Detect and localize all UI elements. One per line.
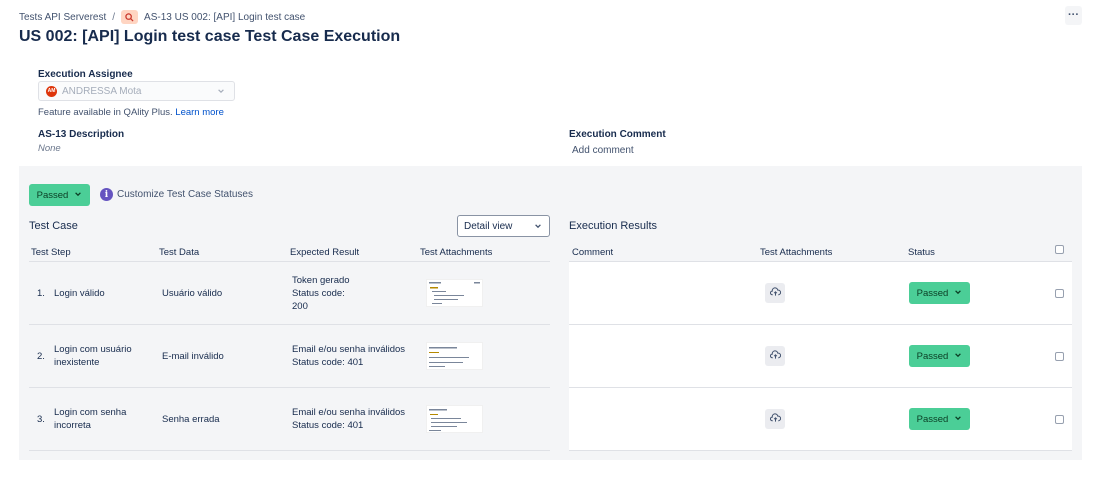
test-data-cell: Senha errada (162, 414, 220, 425)
attachment-thumbnail[interactable] (426, 342, 483, 370)
cloud-upload-icon (769, 286, 781, 300)
step-number: 3. (37, 414, 45, 425)
row-divider (569, 450, 1072, 451)
row-status-label: Passed (916, 350, 949, 362)
expected-line: Email e/ou senha inválidos (292, 407, 406, 418)
table-row: Passed (569, 262, 1072, 324)
feature-note: Feature available in QAlity Plus. Learn … (38, 107, 224, 118)
view-mode-value: Detail view (464, 220, 513, 232)
test-step-line: inexistente (54, 357, 100, 368)
test-step-cell: Login com senha incorreta (54, 406, 126, 432)
test-data-cell: Usuário válido (162, 288, 223, 299)
chevron-down-icon (954, 414, 962, 425)
row-divider (29, 450, 550, 451)
expected-result-cell: Email e/ou senha inválidos Status code: … (292, 406, 405, 432)
description-label: AS-13 Description (38, 129, 125, 140)
add-comment-field[interactable]: Add comment (572, 145, 634, 156)
row-checkbox[interactable] (1055, 415, 1064, 424)
test-step-cell: Login com usuário inexistente (54, 343, 132, 369)
expected-line: Status code: (292, 288, 345, 299)
header-expected-result: Expected Result (290, 247, 360, 258)
info-icon: i (100, 188, 113, 201)
test-case-table: 1. Login válido Usuário válido Token ger… (29, 261, 550, 451)
header-result-attachments: Test Attachments (760, 247, 833, 258)
avatar: AM (46, 85, 57, 97)
chevron-down-icon (954, 351, 962, 362)
test-case-title: Test Case (29, 220, 78, 232)
breadcrumb-issue-link[interactable]: AS-13 US 002: [API] Login test case (144, 12, 305, 23)
header-status: Status (908, 247, 935, 258)
breadcrumb-separator: / (112, 11, 116, 23)
step-number: 1. (37, 288, 45, 299)
expected-line: Email e/ou senha inválidos (292, 344, 406, 355)
search-icon (121, 10, 139, 24)
step-number: 2. (37, 351, 45, 362)
chevron-down-icon (954, 288, 962, 299)
table-row: 2. Login com usuário inexistente E-mail … (29, 325, 550, 387)
chevron-down-icon (534, 222, 542, 233)
test-step-line: incorreta (54, 420, 91, 431)
test-step-cell: Login válido (54, 287, 105, 300)
table-row: 3. Login com senha incorreta Senha errad… (29, 388, 550, 450)
expected-result-cell: Token gerado Status code: 200 (292, 274, 350, 313)
row-status-dropdown[interactable]: Passed (909, 282, 970, 304)
chevron-down-icon (217, 87, 225, 98)
header-test-data: Test Data (159, 247, 200, 258)
row-checkbox[interactable] (1055, 289, 1064, 298)
execution-results-table: Passed Passed Passed (569, 261, 1072, 451)
test-step-line: Login com usuário (54, 344, 132, 355)
feature-note-text: Feature available in QAlity Plus. (38, 107, 173, 118)
select-all-checkbox[interactable] (1055, 245, 1064, 254)
customize-statuses-link[interactable]: Customize Test Case Statuses (117, 189, 253, 200)
more-actions-button[interactable]: ··· (1065, 6, 1082, 25)
execution-assignee-label: Execution Assignee (38, 69, 133, 80)
header-test-step: Test Step (31, 247, 71, 258)
table-row: Passed (569, 388, 1072, 450)
expected-line: Token gerado (292, 275, 350, 286)
table-row: Passed (569, 325, 1072, 387)
execution-comment-label: Execution Comment (569, 129, 666, 140)
learn-more-link[interactable]: Learn more (175, 107, 224, 118)
assignee-name: ANDRESSA Mota (62, 85, 142, 97)
breadcrumb-project-link[interactable]: Tests API Serverest (19, 12, 106, 23)
attachment-thumbnail[interactable] (426, 405, 483, 433)
expected-line: 200 (292, 301, 308, 312)
assignee-select[interactable]: AM ANDRESSA Mota (38, 81, 235, 101)
upload-attachment-button[interactable] (765, 409, 785, 429)
cloud-upload-icon (769, 412, 781, 426)
expected-result-cell: Email e/ou senha inválidos Status code: … (292, 343, 405, 369)
row-checkbox[interactable] (1055, 352, 1064, 361)
breadcrumb: Tests API Serverest / AS-13 US 002: [API… (19, 10, 305, 24)
upload-attachment-button[interactable] (765, 346, 785, 366)
attachment-thumbnail[interactable] (426, 279, 483, 307)
header-test-attachments: Test Attachments (420, 247, 493, 258)
upload-attachment-button[interactable] (765, 283, 785, 303)
chevron-down-icon (74, 190, 82, 201)
page-title: US 002: [API] Login test case Test Case … (19, 28, 401, 45)
header-comment: Comment (572, 247, 614, 258)
test-step-line: Login válido (54, 288, 105, 299)
test-step-line: Login com senha (54, 407, 127, 418)
description-value: None (38, 143, 61, 154)
execution-results-title: Execution Results (569, 220, 658, 232)
row-status-label: Passed (916, 413, 949, 425)
expected-line: Status code: 401 (292, 357, 364, 368)
table-row: 1. Login válido Usuário válido Token ger… (29, 262, 550, 324)
row-status-dropdown[interactable]: Passed (909, 345, 970, 367)
test-data-cell: E-mail inválido (162, 351, 224, 362)
row-status-dropdown[interactable]: Passed (909, 408, 970, 430)
view-mode-select[interactable]: Detail view (457, 215, 550, 237)
cloud-upload-icon (769, 349, 781, 363)
execution-status-label: Passed (36, 189, 69, 201)
row-status-label: Passed (916, 287, 949, 299)
expected-line: Status code: 401 (292, 420, 364, 431)
execution-status-dropdown[interactable]: Passed (29, 184, 90, 206)
